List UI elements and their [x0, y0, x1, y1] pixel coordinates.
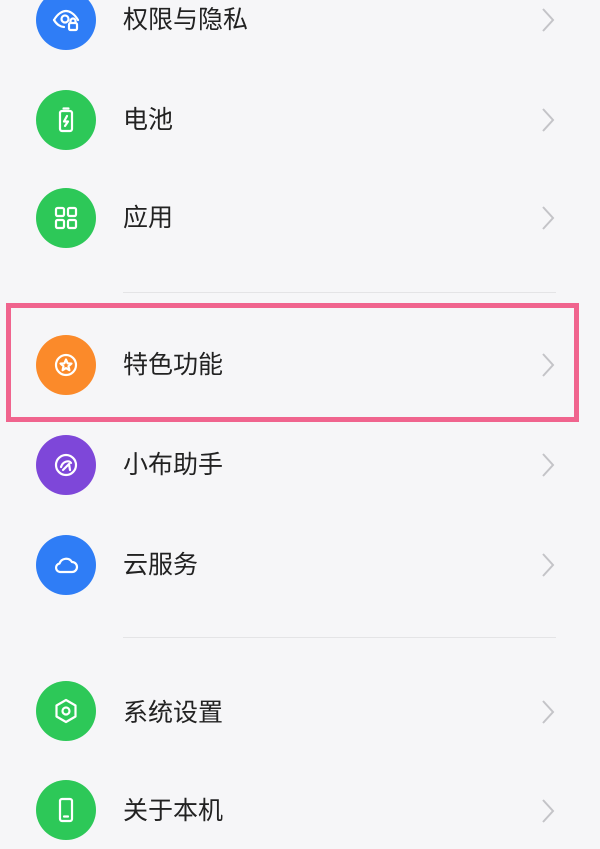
hexagon-settings-icon	[36, 681, 96, 741]
settings-item-label: 电池	[123, 105, 174, 134]
chevron-right-icon	[542, 700, 555, 724]
settings-item-label: 系统设置	[123, 698, 224, 727]
battery-icon	[36, 90, 96, 150]
settings-item-apps[interactable]: 应用	[0, 170, 600, 270]
settings-item-system[interactable]: 系统设置	[0, 663, 600, 763]
settings-item-battery[interactable]: 电池	[0, 70, 600, 170]
apps-grid-icon	[36, 188, 96, 248]
star-badge-icon	[36, 335, 96, 395]
settings-screen: 权限与隐私 电池 应用 特色功能 小布助手 云服务 系统设置 关于本机	[0, 0, 600, 849]
assistant-icon	[36, 435, 96, 495]
settings-item-privacy[interactable]: 权限与隐私	[0, 0, 600, 70]
section-divider	[123, 292, 556, 293]
settings-item-label: 权限与隐私	[123, 5, 249, 34]
chevron-right-icon	[542, 353, 555, 377]
phone-icon	[36, 780, 96, 840]
chevron-right-icon	[542, 553, 555, 577]
chevron-right-icon	[542, 8, 555, 32]
chevron-right-icon	[542, 206, 555, 230]
settings-item-label: 关于本机	[123, 796, 224, 825]
chevron-right-icon	[542, 453, 555, 477]
chevron-right-icon	[542, 799, 555, 823]
settings-item-assistant[interactable]: 小布助手	[0, 415, 600, 515]
section-divider	[123, 637, 556, 638]
settings-item-features[interactable]: 特色功能	[0, 315, 600, 415]
settings-item-cloud[interactable]: 云服务	[0, 515, 600, 615]
settings-item-label: 小布助手	[123, 450, 224, 479]
settings-item-label: 应用	[123, 203, 174, 232]
settings-item-label: 特色功能	[123, 350, 224, 379]
chevron-right-icon	[542, 108, 555, 132]
privacy-eye-icon	[36, 0, 96, 50]
settings-item-about[interactable]: 关于本机	[0, 762, 600, 849]
cloud-icon	[36, 535, 96, 595]
settings-item-label: 云服务	[123, 550, 199, 579]
